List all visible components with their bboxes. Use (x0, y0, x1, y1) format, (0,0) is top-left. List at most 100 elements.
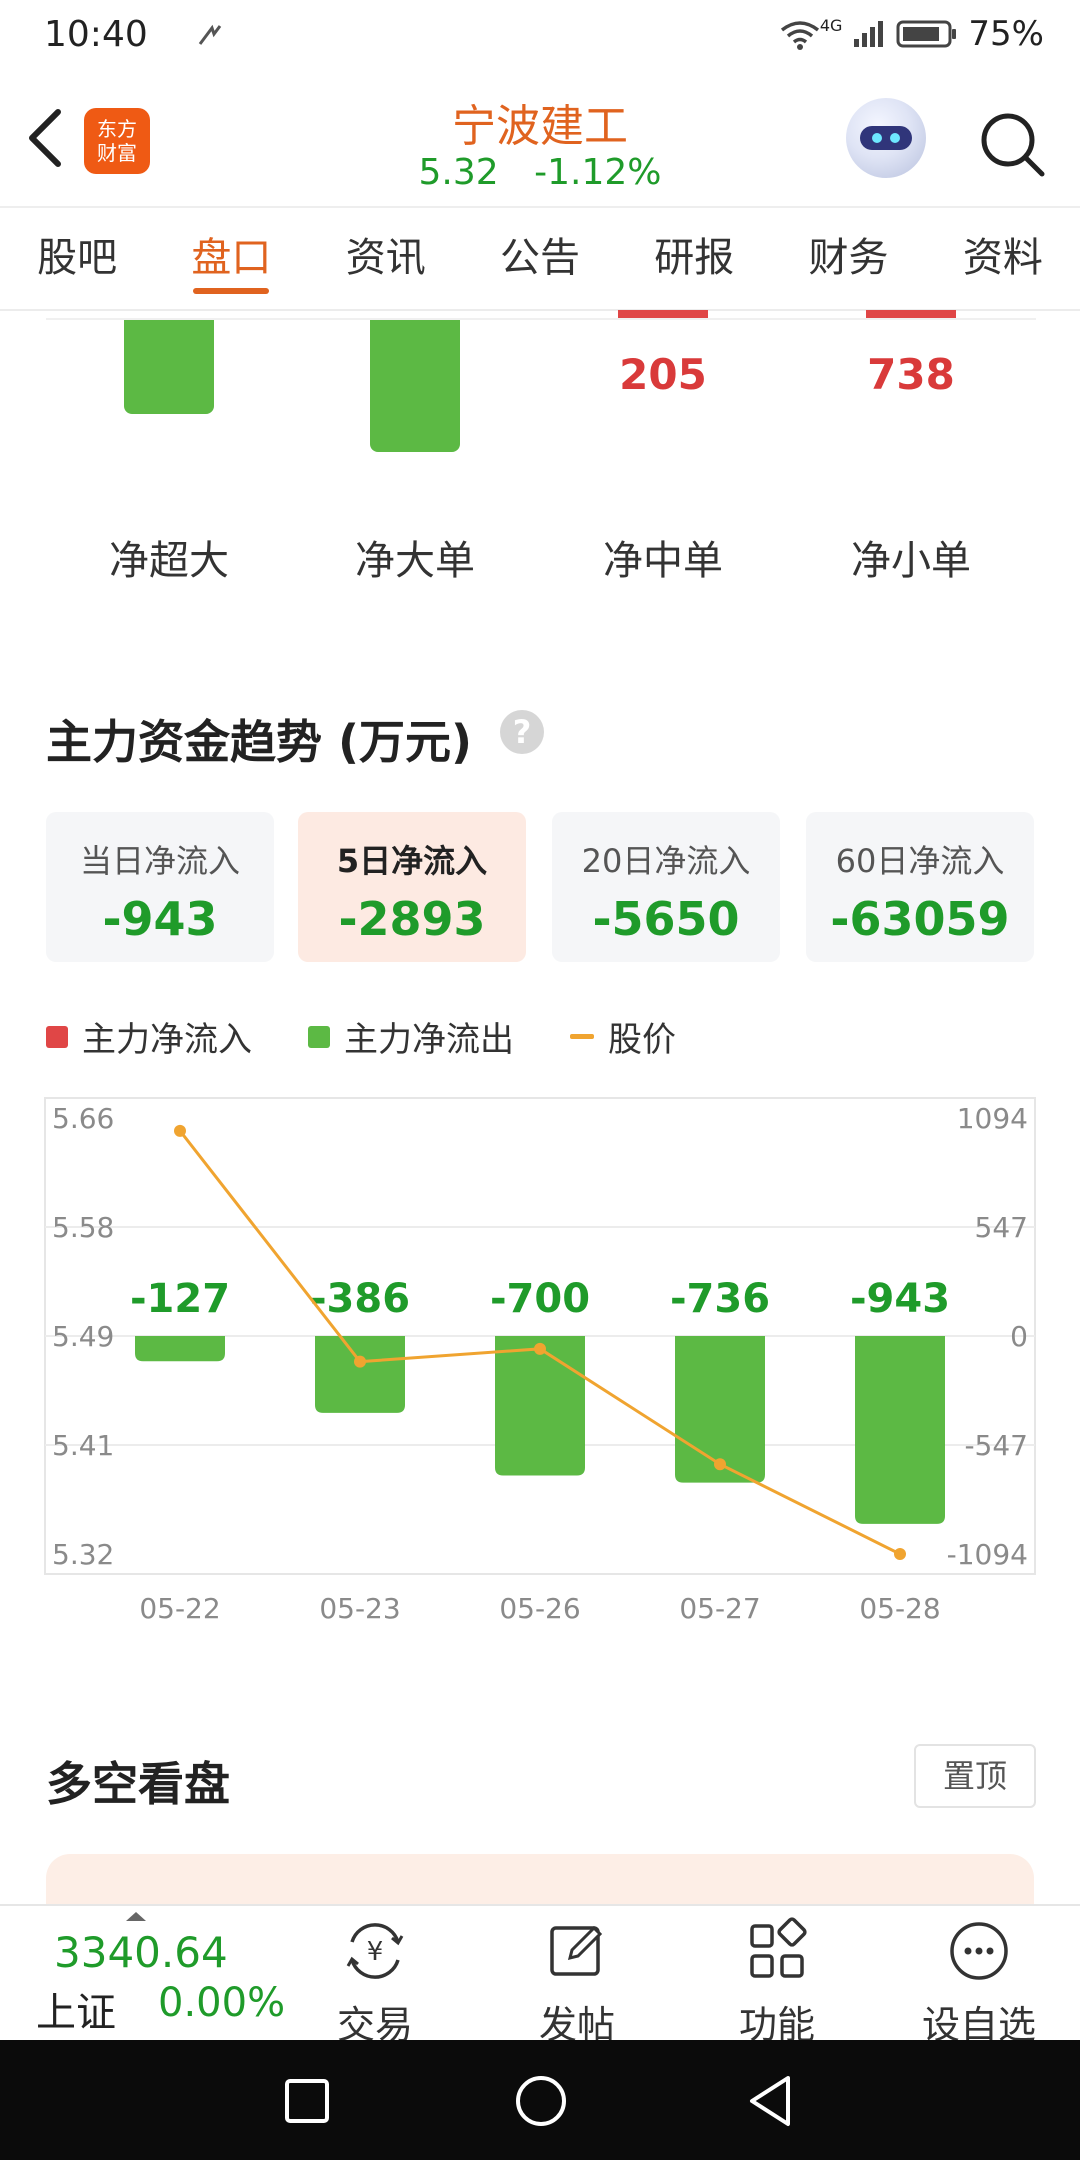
legend-price-swatch (570, 1034, 594, 1039)
nav-trade-button[interactable]: ¥ 交易 (300, 1916, 450, 2047)
more-icon (950, 1922, 1008, 1980)
legend-inflow-label: 主力净流入 (82, 1020, 252, 1060)
flow-bar-medium (618, 310, 708, 318)
robot-visor (860, 126, 912, 150)
price-point (894, 1548, 906, 1560)
card-value: -943 (102, 892, 218, 946)
status-time: 10:40 (44, 14, 148, 55)
card-today-inflow[interactable]: 当日净流入 -943 (46, 812, 274, 962)
network-type: 4G (819, 15, 843, 35)
trade-icon: ¥ (346, 1923, 404, 1979)
y-left-tick: 5.49 (52, 1320, 114, 1353)
cell-signal-icon (854, 21, 884, 47)
tab-finance[interactable]: 财务 (771, 208, 925, 308)
bar-value-label: -736 (670, 1276, 770, 1322)
bar-value-label: -943 (850, 1276, 950, 1322)
robot-eye-right (890, 133, 900, 143)
card-value: -5650 (592, 892, 740, 946)
recent-apps-icon[interactable] (284, 2078, 330, 2124)
y-right-tick: -547 (964, 1429, 1028, 1462)
tab-research[interactable]: 研报 (617, 208, 771, 308)
flow-label-super-large: 净超大 (109, 538, 229, 584)
price-point (534, 1342, 546, 1355)
robot-eye-left (872, 133, 882, 143)
status-bar: 10:40 4G 75% (0, 0, 1080, 70)
flow-value-medium: 205 (619, 350, 707, 399)
nav-post-button[interactable]: 发帖 (502, 1916, 652, 2047)
flow-bar-super-large (124, 320, 214, 414)
legend-price: 股价 (570, 1012, 676, 1061)
system-nav-bar (0, 2040, 1080, 2160)
legend-price-label: 股价 (608, 1020, 676, 1060)
wifi-icon (780, 21, 819, 50)
back-triangle-icon[interactable] (746, 2074, 794, 2128)
legend-inflow-swatch (46, 1025, 68, 1048)
expand-caret-icon[interactable] (126, 1912, 146, 1921)
robot-assistant-avatar[interactable] (846, 98, 926, 178)
bar-value-label: -127 (130, 1276, 230, 1322)
search-icon[interactable] (978, 110, 1048, 180)
flow-value-small: 738 (867, 350, 955, 399)
signal-boost-icon (198, 24, 222, 45)
card-value: -2893 (338, 892, 486, 946)
section-long-short-title: 多空看盘 (46, 1757, 230, 1811)
card-60day-inflow[interactable]: 60日净流入 -63059 (806, 812, 1034, 962)
tab-profile[interactable]: 资料 (926, 208, 1080, 308)
y-right-tick: -1094 (947, 1538, 1028, 1571)
nav-add-watchlist-button[interactable]: 设自选 (904, 1916, 1054, 2047)
bar-value-label: -700 (490, 1276, 590, 1322)
index-value[interactable]: 3340.64 (54, 1928, 228, 1977)
card-label: 当日净流入 (79, 842, 240, 880)
card-label: 5日净流入 (336, 842, 488, 880)
legend-outflow: 主力净流出 (308, 1012, 514, 1061)
legend-outflow-label: 主力净流出 (344, 1020, 514, 1060)
index-name[interactable]: 上证 (36, 1980, 116, 2038)
bar-05-28 (855, 1336, 945, 1524)
price-point (354, 1355, 366, 1368)
card-label: 20日净流入 (581, 842, 751, 880)
index-change[interactable]: 0.00% (158, 1980, 285, 2026)
flow-label-medium: 净中单 (603, 538, 723, 584)
tab-announcements[interactable]: 公告 (463, 208, 617, 308)
tab-news[interactable]: 资讯 (309, 208, 463, 308)
pin-top-button[interactable]: 置顶 (914, 1744, 1036, 1808)
x-tick-label: 05-27 (679, 1592, 760, 1625)
stock-header: 东方 财富 宁波建工 5.32 -1.12% (0, 70, 1080, 206)
flow-bar-large (370, 320, 460, 452)
fund-trend-chart: 5.66 1094 5.58 547 5.49 0 5.41 -547 5.32 -1094 -12… (44, 1097, 1036, 1625)
tab-bar: 股吧 盘口 资讯 公告 研报 财务 资料 (0, 208, 1080, 308)
bar-05-22 (135, 1336, 225, 1362)
battery-level: 75% (968, 14, 1044, 54)
stock-price: 5.32 (418, 152, 499, 193)
card-value: -63059 (830, 892, 1010, 946)
x-tick-label: 05-28 (859, 1592, 940, 1625)
home-icon[interactable] (514, 2074, 568, 2128)
battery-icon (896, 20, 957, 48)
y-right-tick: 1094 (957, 1102, 1028, 1135)
y-left-tick: 5.32 (52, 1538, 114, 1571)
grid-icon (750, 1917, 807, 1978)
y-left-tick: 5.41 (52, 1429, 114, 1462)
bar-05-26 (495, 1336, 585, 1476)
card-20day-inflow[interactable]: 20日净流入 -5650 (552, 812, 780, 962)
flow-label-large: 净大单 (355, 538, 475, 584)
tab-guba[interactable]: 股吧 (0, 208, 154, 308)
tab-pankou[interactable]: 盘口 (154, 208, 308, 308)
bottom-bar: 3340.64 上证 0.00% ¥ 交易 发帖 功能 设自选 (0, 1904, 1080, 2047)
y-left-tick: 5.66 (52, 1102, 114, 1135)
card-5day-inflow[interactable]: 5日净流入 -2893 (298, 812, 526, 962)
y-left-tick: 5.58 (52, 1211, 114, 1244)
svg-text:¥: ¥ (367, 1937, 384, 1967)
legend-outflow-swatch (308, 1025, 330, 1048)
status-right-group: 4G 75% (778, 14, 1044, 54)
nav-functions-button[interactable]: 功能 (702, 1916, 852, 2047)
stock-change: -1.12% (534, 152, 662, 193)
x-tick-label: 05-22 (139, 1592, 220, 1625)
chart-legend: 主力净流入 主力净流出 股价 (46, 1012, 732, 1061)
help-icon[interactable]: ? (500, 710, 544, 754)
bar-05-23 (315, 1336, 405, 1413)
y-right-tick: 0 (1010, 1320, 1028, 1353)
price-point (174, 1124, 186, 1137)
price-point (714, 1458, 726, 1471)
flow-label-small: 净小单 (851, 538, 971, 584)
